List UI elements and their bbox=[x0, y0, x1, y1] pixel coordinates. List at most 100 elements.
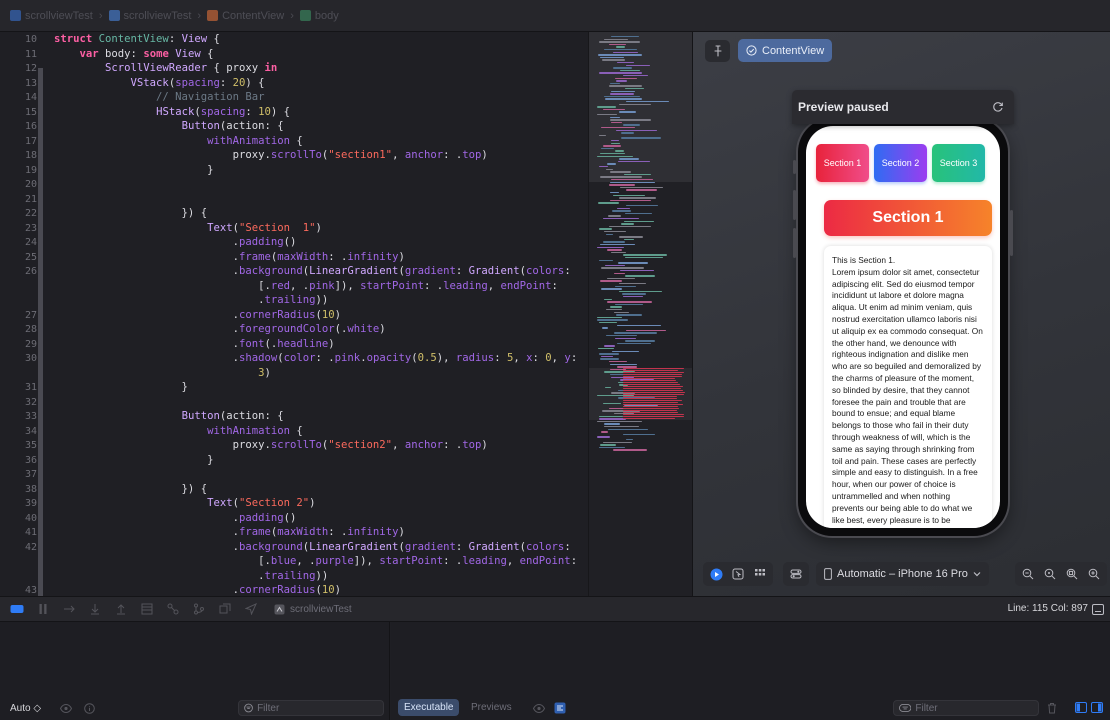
code-line[interactable]: 33 Button(action: { bbox=[0, 409, 588, 424]
zoom-in-button[interactable] bbox=[1085, 565, 1103, 583]
code-line[interactable]: 38 }) { bbox=[0, 482, 588, 497]
section-3-button[interactable]: Section 3 bbox=[932, 144, 985, 182]
debug-view-hierarchy-button[interactable] bbox=[140, 602, 154, 616]
variables-filter-input[interactable] bbox=[257, 702, 383, 714]
code-line[interactable]: [.blue, .purple]), startPoint: .leading,… bbox=[0, 554, 588, 569]
toggle-debug-area-button[interactable] bbox=[10, 602, 24, 616]
code-line[interactable]: 10 struct ContentView: View { bbox=[0, 32, 588, 47]
code-line[interactable]: 26 .background(LinearGradient(gradient: … bbox=[0, 264, 588, 279]
device-screen[interactable]: Section 1 Section 2 Section 3 Section 1 … bbox=[806, 126, 1000, 528]
code-line[interactable]: 36 } bbox=[0, 453, 588, 468]
step-out-button[interactable] bbox=[114, 602, 128, 616]
environment-overrides-button[interactable] bbox=[192, 602, 206, 616]
code-line[interactable]: 40 .padding() bbox=[0, 511, 588, 526]
code-line[interactable]: 41 .frame(maxWidth: .infinity) bbox=[0, 525, 588, 540]
code-line[interactable]: 35 proxy.scrollTo("section2", anchor: .t… bbox=[0, 438, 588, 453]
step-over-button[interactable] bbox=[62, 602, 76, 616]
code-line[interactable]: 37 bbox=[0, 467, 588, 482]
code-line[interactable]: 34 withAnimation { bbox=[0, 424, 588, 439]
code-line[interactable]: 25 .frame(maxWidth: .infinity) bbox=[0, 250, 588, 265]
breadcrumb-item[interactable]: scrollviewTest bbox=[10, 10, 93, 22]
pause-button[interactable] bbox=[36, 602, 50, 616]
code-line[interactable]: 24 .padding() bbox=[0, 235, 588, 250]
debug-memory-graph-button[interactable] bbox=[166, 602, 180, 616]
code-line[interactable]: .trailing)) bbox=[0, 293, 588, 308]
cursor-position: Line: 115 Col: 897 bbox=[1007, 603, 1088, 614]
code-line[interactable]: 3) bbox=[0, 366, 588, 381]
code-line[interactable]: 18 proxy.scrollTo("section1", anchor: .t… bbox=[0, 148, 588, 163]
code-line[interactable]: .trailing)) bbox=[0, 569, 588, 584]
code-line[interactable]: 27 .cornerRadius(10) bbox=[0, 308, 588, 323]
info-icon[interactable] bbox=[84, 703, 95, 714]
code-line[interactable]: 20 bbox=[0, 177, 588, 192]
code-text: .cornerRadius(10) bbox=[54, 308, 342, 321]
section-1-button[interactable]: Section 1 bbox=[816, 144, 869, 182]
show-right-pane-icon[interactable] bbox=[1091, 702, 1103, 713]
breadcrumb-item[interactable]: ContentView bbox=[207, 10, 284, 22]
code-editor[interactable]: 10 struct ContentView: View {11 var body:… bbox=[0, 32, 588, 596]
code-line[interactable]: 14 // Navigation Bar bbox=[0, 90, 588, 105]
location-button[interactable] bbox=[244, 602, 258, 616]
variants-button[interactable] bbox=[751, 565, 769, 583]
code-line[interactable]: 23 Text("Section 1") bbox=[0, 221, 588, 236]
device-picker[interactable]: Automatic – iPhone 16 Pro bbox=[816, 562, 989, 586]
minimap-line bbox=[597, 246, 625, 248]
code-line[interactable]: 42 .background(LinearGradient(gradient: … bbox=[0, 540, 588, 555]
section-2-button-label: Section 2 bbox=[881, 157, 920, 168]
code-text: .cornerRadius(10) bbox=[54, 584, 342, 596]
simulate-location-button[interactable] bbox=[218, 602, 232, 616]
minimap[interactable] bbox=[588, 32, 692, 596]
zoom-out-button[interactable] bbox=[1019, 565, 1037, 583]
step-into-button[interactable] bbox=[88, 602, 102, 616]
variables-scope-select[interactable]: Auto ◇ bbox=[10, 703, 41, 714]
minimap-line bbox=[612, 350, 640, 352]
code-line[interactable]: 31 } bbox=[0, 380, 588, 395]
console-filter[interactable] bbox=[893, 700, 1039, 716]
code-line[interactable]: 13 VStack(spacing: 20) { bbox=[0, 76, 588, 91]
minimize-panel-icon[interactable] bbox=[1092, 604, 1104, 615]
code-line[interactable]: 30 .shadow(color: .pink.opacity(0.5), ra… bbox=[0, 351, 588, 366]
code-line[interactable]: 17 withAnimation { bbox=[0, 134, 588, 149]
eye-icon[interactable] bbox=[533, 704, 545, 713]
code-line[interactable]: 11 var body: some View { bbox=[0, 47, 588, 62]
previews-tab[interactable]: Previews bbox=[471, 702, 512, 713]
code-text: .trailing)) bbox=[54, 294, 329, 306]
device-settings-button[interactable] bbox=[787, 565, 805, 583]
code-line[interactable]: 39 Text("Section 2") bbox=[0, 496, 588, 511]
section-2-button[interactable]: Section 2 bbox=[874, 144, 927, 182]
preview-tab-contentview[interactable]: ContentView bbox=[738, 39, 833, 62]
code-line[interactable]: 28 .foregroundColor(.white) bbox=[0, 322, 588, 337]
line-number: 16 bbox=[24, 121, 37, 132]
minimap-line bbox=[609, 43, 627, 46]
line-number: 17 bbox=[24, 135, 37, 147]
refresh-icon[interactable] bbox=[992, 101, 1004, 113]
selectable-mode-button[interactable] bbox=[729, 565, 747, 583]
code-line[interactable]: 12 ScrollViewReader { proxy in bbox=[0, 61, 588, 76]
live-preview-button[interactable] bbox=[707, 565, 725, 583]
breadcrumb-item[interactable]: scrollviewTest bbox=[108, 10, 191, 22]
eye-icon[interactable] bbox=[60, 704, 72, 713]
code-line[interactable]: 32 bbox=[0, 395, 588, 410]
trash-icon[interactable] bbox=[1047, 702, 1057, 714]
variables-filter[interactable] bbox=[238, 700, 384, 716]
show-left-pane-icon[interactable] bbox=[1075, 702, 1087, 713]
code-line[interactable]: 29 .font(.headline) bbox=[0, 337, 588, 352]
code-line[interactable]: 16 Button(action: { bbox=[0, 119, 588, 134]
code-text: HStack(spacing: 10) { bbox=[156, 105, 291, 118]
console-options-icon[interactable] bbox=[554, 702, 566, 714]
zoom-fit-button[interactable] bbox=[1063, 565, 1081, 583]
pin-preview-button[interactable] bbox=[705, 40, 730, 62]
executable-tab[interactable]: Executable bbox=[398, 699, 460, 716]
breadcrumb-item[interactable]: body bbox=[299, 10, 339, 22]
code-line[interactable]: 19 } bbox=[0, 163, 588, 178]
console-filter-input[interactable] bbox=[915, 702, 1038, 714]
line-number: 38 bbox=[24, 483, 37, 495]
zoom-actual-button[interactable] bbox=[1041, 565, 1059, 583]
code-text: [.red, .pink]), startPoint: .leading, en… bbox=[54, 279, 558, 292]
minimap-line bbox=[610, 93, 634, 95]
code-line[interactable]: 43 .cornerRadius(10) bbox=[0, 583, 588, 596]
code-line[interactable]: [.red, .pink]), startPoint: .leading, en… bbox=[0, 279, 588, 294]
code-line[interactable]: 15 HStack(spacing: 10) { bbox=[0, 105, 588, 120]
code-line[interactable]: 22 }) { bbox=[0, 206, 588, 221]
code-line[interactable]: 21 bbox=[0, 192, 588, 207]
